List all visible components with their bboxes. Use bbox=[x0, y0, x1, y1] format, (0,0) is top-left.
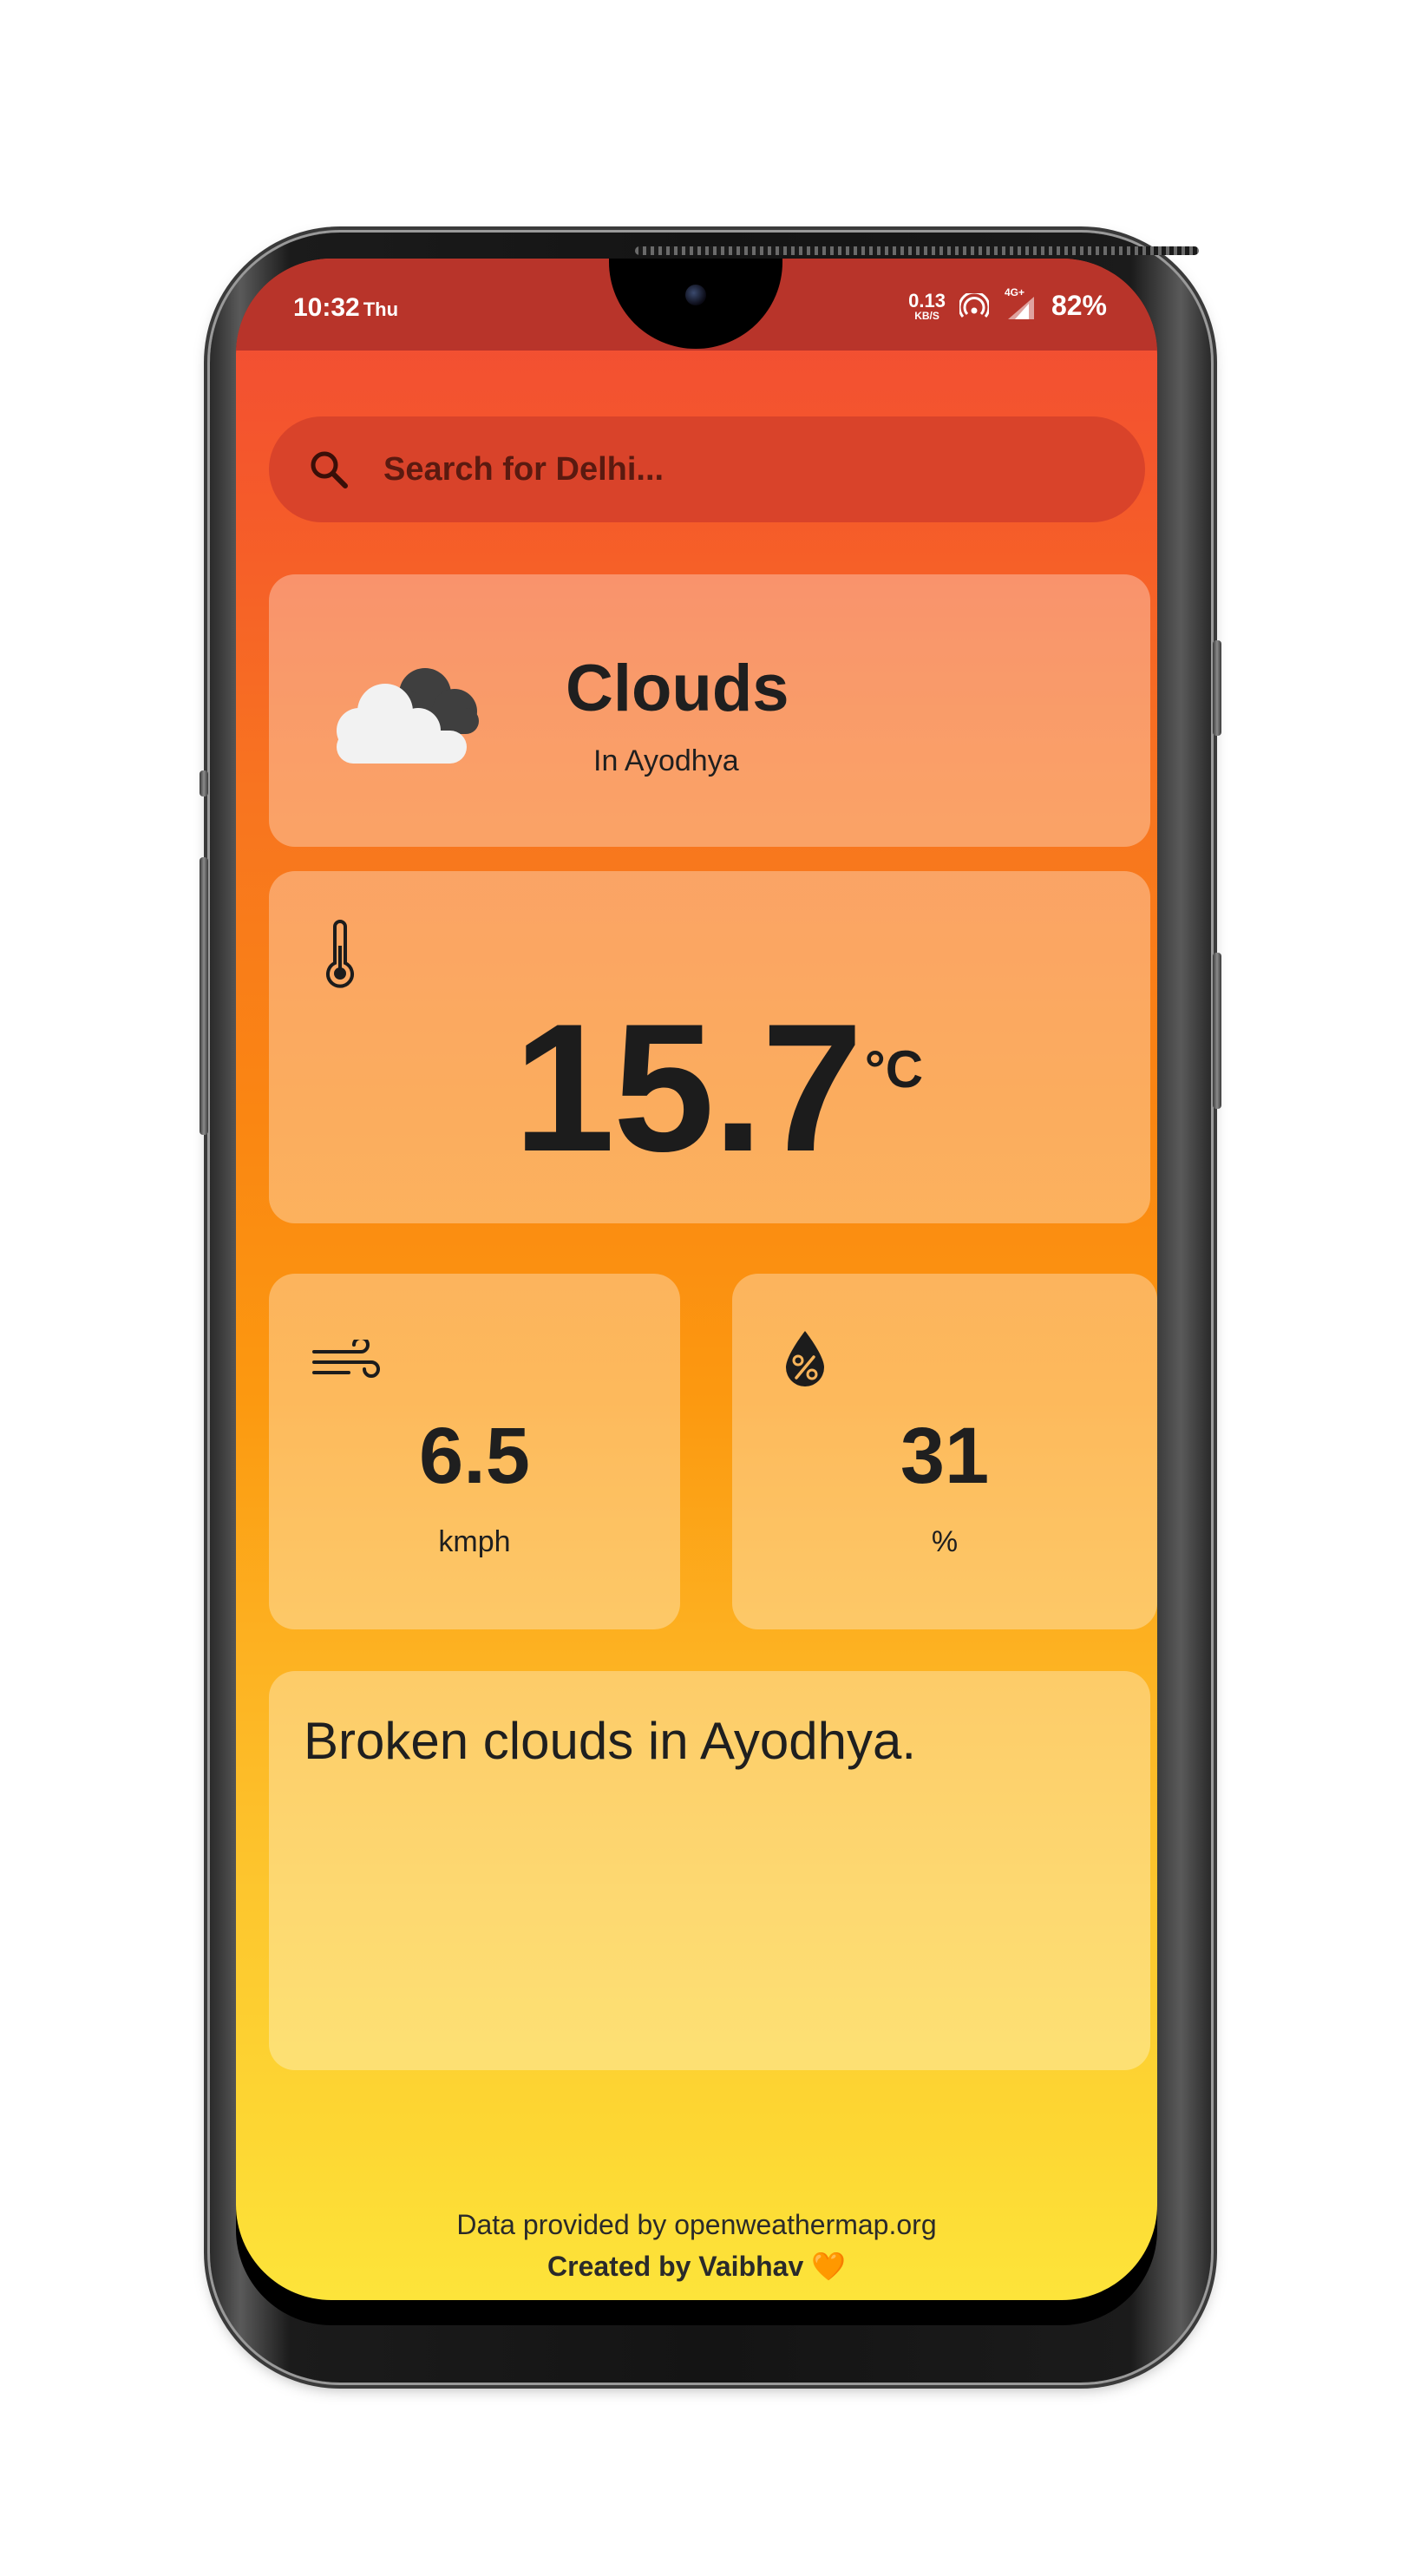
humidity-card: 31 % bbox=[732, 1274, 1157, 1629]
weather-description: Broken clouds in Ayodhya. bbox=[304, 1712, 917, 1770]
hotspot-icon bbox=[959, 292, 989, 318]
side-button-left bbox=[200, 770, 208, 796]
side-button-left-2 bbox=[200, 857, 208, 1135]
heart-icon: 🧡 bbox=[811, 2251, 846, 2282]
signal-icon bbox=[1007, 296, 1034, 319]
search-icon[interactable] bbox=[307, 448, 350, 491]
wind-card: 6.5 kmph bbox=[269, 1274, 680, 1629]
notch bbox=[609, 259, 782, 349]
network-speed-unit: KB/S bbox=[914, 309, 939, 322]
weather-location: In Ayodhya bbox=[593, 744, 739, 777]
wind-speed-unit: kmph bbox=[438, 1525, 511, 1558]
humidity-unit: % bbox=[931, 1525, 959, 1558]
thermometer-icon bbox=[326, 920, 354, 988]
search-bar[interactable]: Search for Delhi... bbox=[269, 416, 1145, 522]
status-indicators: 0.13 KB/S 4G+ 82% bbox=[908, 286, 1107, 322]
humidity-icon bbox=[786, 1331, 824, 1386]
status-bar: 10:32 Thu 0.13 KB/S 4G+ 82% bbox=[236, 259, 1157, 351]
front-camera bbox=[685, 285, 706, 305]
temperature-readout: 15.7 °C bbox=[514, 986, 924, 1190]
cloud-icon bbox=[337, 668, 479, 764]
wind-icon bbox=[312, 1340, 380, 1378]
data-credit: Data provided by openweathermap.org bbox=[456, 2209, 937, 2240]
signal-4g: 4G+ bbox=[1003, 286, 1038, 321]
author-credit: Created by Vaibhav 🧡 bbox=[236, 2250, 1157, 2283]
network-speed: 0.13 KB/S bbox=[908, 289, 946, 322]
earpiece-speaker bbox=[635, 246, 1199, 255]
weather-app: 10:32 Thu 0.13 KB/S 4G+ 82% Search for D… bbox=[236, 259, 1157, 2300]
power-button bbox=[1213, 640, 1221, 736]
page: 10:32 Thu 0.13 KB/S 4G+ 82% Search for D… bbox=[0, 0, 1414, 2576]
status-day: Thu bbox=[363, 298, 399, 320]
temperature-unit: °C bbox=[864, 1040, 924, 1098]
volume-button bbox=[1213, 953, 1221, 1109]
weather-condition: Clouds bbox=[566, 652, 789, 725]
humidity-value: 31 bbox=[900, 1412, 990, 1500]
description-card: Broken clouds in Ayodhya. bbox=[269, 1671, 1150, 2070]
status-time: 10:32 Thu bbox=[293, 293, 398, 323]
screen: 10:32 Thu 0.13 KB/S 4G+ 82% Search for D… bbox=[236, 259, 1157, 2325]
temperature-card: 15.7 °C bbox=[269, 871, 1150, 1223]
weather-summary-card: Clouds In Ayodhya bbox=[269, 574, 1150, 847]
battery-level: 82% bbox=[1051, 290, 1107, 321]
search-input[interactable]: Search for Delhi... bbox=[383, 451, 664, 488]
wind-speed-value: 6.5 bbox=[419, 1412, 530, 1500]
temperature-value: 15.7 bbox=[514, 986, 863, 1190]
network-speed-value: 0.13 bbox=[908, 289, 946, 311]
author-name: Created by Vaibhav bbox=[547, 2251, 804, 2282]
phone-frame: 10:32 Thu 0.13 KB/S 4G+ 82% Search for D… bbox=[200, 233, 1221, 2383]
footer: Data provided by openweathermap.org Crea… bbox=[236, 2209, 1157, 2283]
status-clock: 10:32 bbox=[293, 293, 360, 322]
